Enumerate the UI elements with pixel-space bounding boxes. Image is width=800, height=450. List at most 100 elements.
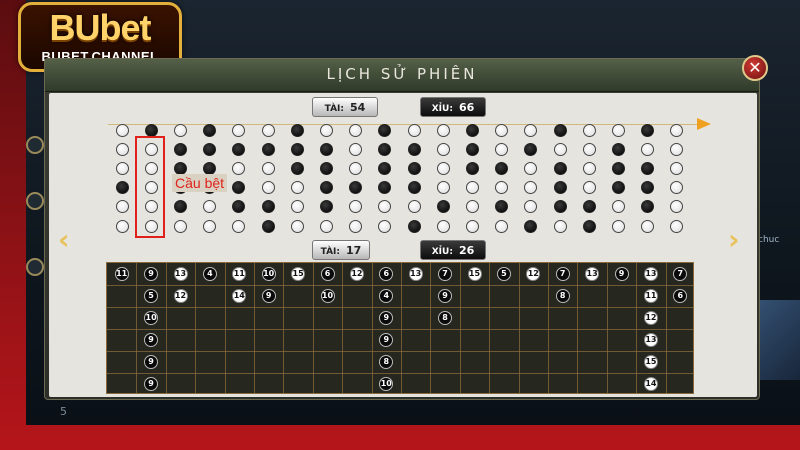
- result-number: 9: [144, 333, 159, 347]
- tai-bead: [436, 123, 450, 137]
- result-number: 9: [379, 333, 394, 347]
- result-number: 7: [438, 267, 453, 281]
- result-number: 15: [291, 267, 306, 281]
- result-road-grid: 11 9 5 10 9 9 9 13 12 4 11 14 10 9 15 6 10 12 6 4 9 9 8 10 13 7 9 8…: [106, 262, 694, 394]
- result-number: 12: [173, 289, 188, 303]
- result-number: 6: [320, 267, 335, 281]
- tai-bead: [670, 123, 684, 137]
- xiu-bead: [232, 142, 246, 156]
- tai-bead: [290, 200, 304, 214]
- tai-bead: [436, 181, 450, 195]
- tai-bead: [582, 142, 596, 156]
- tai-bead: [407, 200, 421, 214]
- result-number: 9: [144, 355, 159, 369]
- side-text: chuc: [758, 235, 780, 245]
- xiu-bead: [553, 161, 567, 175]
- tai-bead: [203, 219, 217, 233]
- tai-bead: [115, 123, 129, 137]
- tai-bead: [349, 161, 363, 175]
- tai-bead: [670, 219, 684, 233]
- next-page-icon[interactable]: ›: [728, 225, 740, 255]
- tai-bead: [115, 161, 129, 175]
- xiu-bead: [407, 161, 421, 175]
- tai-bead: [232, 219, 246, 233]
- tai-bead: [524, 123, 538, 137]
- tai-bead: [173, 123, 187, 137]
- result-number: 9: [144, 377, 159, 391]
- xiu-bead: [465, 161, 479, 175]
- headset-icon[interactable]: [26, 192, 44, 210]
- tai-bead: [436, 219, 450, 233]
- grid-row-divider: [107, 351, 693, 352]
- xiu-bead: [261, 200, 275, 214]
- xiu-summary-top: XỈU: 66: [420, 97, 486, 117]
- result-number: 10: [144, 311, 159, 325]
- tai-bead: [349, 219, 363, 233]
- grid-row-divider: [107, 285, 693, 286]
- xiu-bead: [203, 142, 217, 156]
- result-number: 9: [261, 289, 276, 303]
- tai-bead: [465, 181, 479, 195]
- result-number: 10: [379, 377, 394, 391]
- prev-page-icon[interactable]: ‹: [58, 225, 70, 255]
- result-number: 12: [349, 267, 364, 281]
- xiu-bead: [261, 219, 275, 233]
- xiu-bead: [378, 123, 392, 137]
- xiu-bead: [407, 219, 421, 233]
- xiu-bead: [553, 200, 567, 214]
- xiu-bead: [553, 123, 567, 137]
- xiu-bead: [641, 123, 655, 137]
- tai-bead: [115, 219, 129, 233]
- result-number: 5: [144, 289, 159, 303]
- dialog-title: LỊCH SỬ PHIÊN: [326, 65, 478, 83]
- tai-bead: [261, 123, 275, 137]
- tai-bead: [261, 161, 275, 175]
- result-number: 10: [320, 289, 335, 303]
- result-number: 7: [673, 267, 688, 281]
- close-button[interactable]: ✕: [742, 55, 768, 81]
- logo-title: BUbet: [49, 7, 152, 48]
- tai-bead: [553, 219, 567, 233]
- tai-label: TÀI:: [320, 247, 341, 257]
- tai-bead: [349, 142, 363, 156]
- xiu-bead: [524, 142, 538, 156]
- tai-summary-top: TÀI: 54: [312, 97, 378, 117]
- xiu-bead: [436, 200, 450, 214]
- chart-icon[interactable]: [26, 258, 44, 276]
- xiu-bead: [611, 142, 625, 156]
- cau-bet-label: Cầu bệt: [172, 174, 228, 192]
- trophy-icon[interactable]: [26, 136, 44, 154]
- tai-summary-bottom: TÀI: 17: [312, 240, 370, 260]
- result-number: 10: [261, 267, 276, 281]
- trend-arrow-icon: [697, 118, 711, 130]
- xiu-bead: [641, 161, 655, 175]
- tai-bead: [319, 123, 333, 137]
- result-number: 8: [379, 355, 394, 369]
- cau-bet-highlight: [135, 136, 165, 238]
- xiu-bead: [582, 200, 596, 214]
- xiu-bead: [290, 123, 304, 137]
- result-number: 9: [144, 267, 159, 281]
- xiu-bead: [465, 142, 479, 156]
- result-number: 14: [643, 377, 658, 391]
- tai-bead: [290, 219, 304, 233]
- tai-bead: [582, 161, 596, 175]
- xiu-label: XỈU:: [431, 247, 453, 257]
- tai-bead: [232, 123, 246, 137]
- xiu-bead: [407, 142, 421, 156]
- tai-bead: [495, 123, 509, 137]
- tai-bead: [349, 123, 363, 137]
- tai-bead: [173, 219, 187, 233]
- xiu-bead: [319, 142, 333, 156]
- xiu-bead: [319, 161, 333, 175]
- xiu-bead: [611, 161, 625, 175]
- tai-bead: [290, 181, 304, 195]
- tai-bead: [495, 219, 509, 233]
- tai-bead: [641, 219, 655, 233]
- result-number: 9: [438, 289, 453, 303]
- tai-bead: [436, 142, 450, 156]
- result-number: 5: [496, 267, 511, 281]
- xiu-bead: [203, 123, 217, 137]
- xiu-bead: [173, 161, 187, 175]
- result-number: 11: [114, 267, 129, 281]
